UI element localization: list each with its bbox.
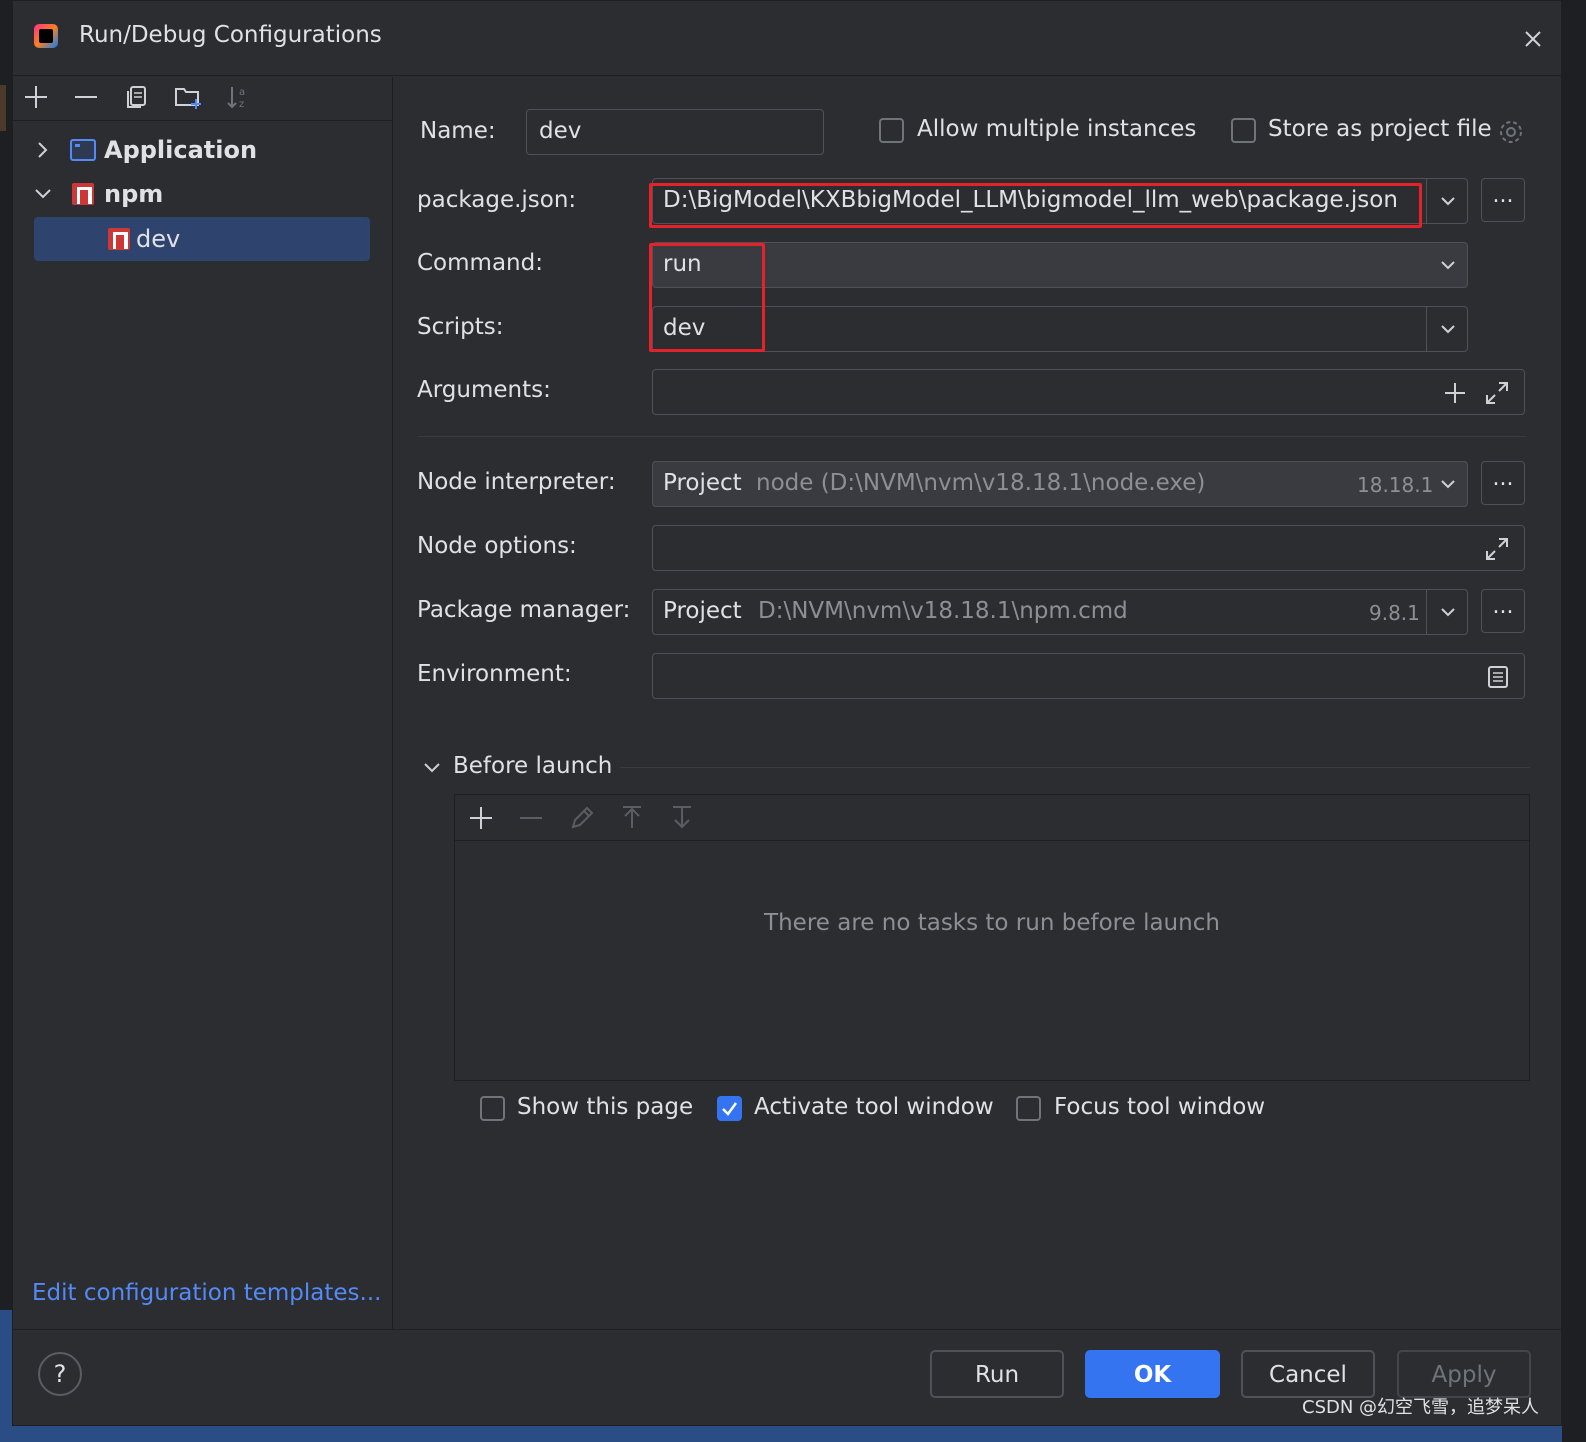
add-icon[interactable]: [21, 82, 51, 112]
tree-item-dev[interactable]: dev: [108, 217, 180, 261]
tree-item-label: Application: [104, 136, 258, 164]
svg-text:z: z: [239, 99, 244, 110]
allow-multiple-instances-label: Allow multiple instances: [917, 116, 1197, 142]
edit-environment-icon[interactable]: [1485, 664, 1511, 690]
help-button[interactable]: ?: [38, 1352, 82, 1396]
chevron-down-icon[interactable]: [30, 181, 56, 207]
edit-icon[interactable]: [567, 803, 597, 833]
remove-icon[interactable]: [71, 82, 101, 112]
background-window-edge-right: [1562, 0, 1586, 1442]
package-json-label: package.json:: [417, 187, 577, 213]
run-button[interactable]: Run: [930, 1350, 1064, 1398]
command-dropdown[interactable]: run: [652, 242, 1468, 288]
command-label: Command:: [417, 250, 543, 276]
insert-macro-icon[interactable]: [1442, 380, 1468, 406]
tree-item-label: npm: [104, 180, 164, 208]
tree-item-label: dev: [136, 225, 181, 253]
name-field[interactable]: dev: [526, 109, 824, 155]
scripts-field[interactable]: dev: [652, 306, 1468, 352]
add-icon[interactable]: [466, 803, 496, 833]
allow-multiple-instances-checkbox[interactable]: [879, 118, 904, 143]
checkmark-icon: [722, 1102, 738, 1116]
show-this-page-label: Show this page: [517, 1094, 694, 1120]
background-window-edge: [0, 0, 12, 1442]
chevron-down-icon[interactable]: [1438, 319, 1458, 339]
node-options-field[interactable]: [652, 525, 1525, 571]
arguments-field[interactable]: [652, 369, 1525, 415]
separator: [12, 1329, 1562, 1330]
focus-tool-window-label: Focus tool window: [1054, 1094, 1266, 1120]
chevron-right-icon[interactable]: [30, 137, 56, 163]
node-interpreter-label: Node interpreter:: [417, 469, 616, 495]
chevron-down-icon[interactable]: [420, 756, 444, 780]
move-up-icon[interactable]: [617, 803, 647, 833]
gear-icon[interactable]: [1497, 118, 1525, 146]
cancel-button[interactable]: Cancel: [1241, 1350, 1375, 1398]
ok-button[interactable]: OK: [1085, 1350, 1220, 1398]
close-icon[interactable]: [1518, 24, 1548, 54]
remove-icon[interactable]: [516, 803, 546, 833]
environment-label: Environment:: [417, 661, 572, 687]
empty-tasks-message: There are no tasks to run before launch: [764, 910, 1220, 936]
chevron-down-icon[interactable]: [1438, 602, 1458, 622]
expand-icon[interactable]: [1483, 379, 1511, 407]
npm-icon: [108, 228, 130, 250]
package-manager-browse-button[interactable]: ...: [1481, 589, 1525, 633]
apply-button[interactable]: Apply: [1397, 1350, 1531, 1398]
configurations-sidebar: [12, 77, 393, 1330]
tree-selection-highlight: [34, 217, 370, 261]
focus-tool-window-checkbox[interactable]: [1016, 1096, 1041, 1121]
expand-icon[interactable]: [1483, 535, 1511, 563]
new-folder-icon[interactable]: [173, 82, 203, 112]
node-options-label: Node options:: [417, 533, 577, 559]
tree-item-application[interactable]: Application: [30, 128, 257, 172]
chevron-down-icon[interactable]: [1438, 191, 1458, 211]
npm-icon: [72, 183, 94, 205]
move-down-icon[interactable]: [667, 803, 697, 833]
store-as-project-file-label: Store as project file: [1268, 116, 1492, 142]
name-label: Name:: [420, 118, 496, 144]
node-interpreter-browse-button[interactable]: ...: [1481, 461, 1525, 505]
highlight-box: [649, 243, 765, 352]
chevron-down-icon[interactable]: [1438, 474, 1458, 494]
scripts-label: Scripts:: [417, 314, 504, 340]
copy-icon[interactable]: [122, 82, 152, 112]
activate-tool-window-label: Activate tool window: [754, 1094, 994, 1120]
background-window-accent: [0, 85, 6, 131]
separator: [620, 767, 1530, 768]
sort-alphabetically-icon[interactable]: a z: [224, 82, 254, 112]
package-manager-field[interactable]: Project D:\NVM\nvm\v18.18.1\npm.cmd 9.8.…: [652, 589, 1468, 635]
environment-field[interactable]: [652, 653, 1525, 699]
activate-tool-window-checkbox[interactable]: [717, 1096, 742, 1121]
before-launch-title[interactable]: Before launch: [453, 753, 612, 779]
show-this-page-checkbox[interactable]: [480, 1096, 505, 1121]
highlight-box: [649, 183, 1422, 228]
package-json-browse-button[interactable]: ...: [1481, 178, 1525, 222]
watermark: CSDN @幻空飞雪，追梦呆人: [1302, 1397, 1540, 1418]
intellij-logo-icon: [34, 24, 58, 48]
window-title: Run/Debug Configurations: [79, 22, 382, 48]
separator: [418, 436, 1526, 437]
edit-configuration-templates-link[interactable]: Edit configuration templates...: [32, 1280, 381, 1306]
tree-item-npm[interactable]: npm: [30, 172, 163, 216]
application-icon: [70, 139, 96, 161]
package-manager-label: Package manager:: [417, 597, 631, 623]
node-interpreter-dropdown[interactable]: Project node (D:\NVM\nvm\v18.18.1\node.e…: [652, 461, 1468, 507]
chevron-down-icon[interactable]: [1438, 255, 1458, 275]
svg-text:a: a: [239, 87, 245, 98]
store-as-project-file-checkbox[interactable]: [1231, 118, 1256, 143]
arguments-label: Arguments:: [417, 377, 551, 403]
